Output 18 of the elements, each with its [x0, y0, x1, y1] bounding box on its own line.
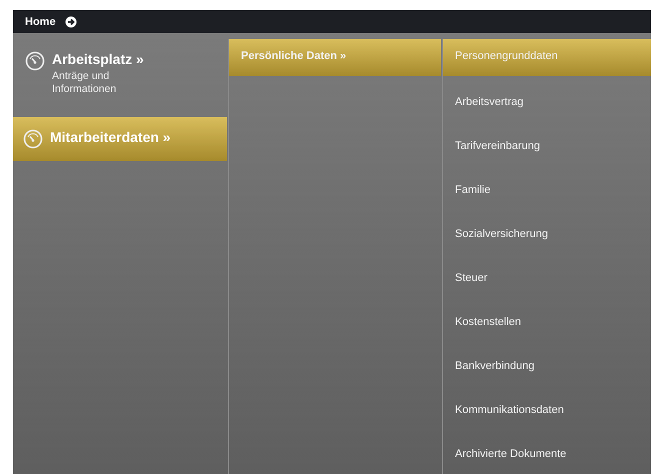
arrow-right-icon[interactable]	[64, 16, 77, 28]
menu-item[interactable]: Arbeitsvertrag	[443, 85, 651, 120]
gauge-icon	[23, 129, 43, 150]
menu-item[interactable]: Kostenstellen	[443, 305, 651, 340]
menu-item[interactable]: Mitarbeiterdaten »	[13, 117, 227, 162]
menu-item[interactable]: Bankverbindung	[443, 349, 651, 384]
item-label: Mitarbeiterdaten »	[50, 129, 171, 146]
item-subtitle: Anträge und Informationen	[52, 70, 118, 96]
menu-item[interactable]: Tarifvereinbarung	[443, 129, 651, 164]
menu-item[interactable]: Arbeitsplatz » Anträge und Informationen	[13, 41, 227, 108]
menu-item[interactable]: Familie	[443, 173, 651, 208]
menu-item[interactable]: Sozialversicherung	[443, 217, 651, 252]
gauge-icon	[25, 51, 45, 71]
home-link[interactable]: Home	[25, 16, 56, 28]
item-label: Arbeitsplatz »	[52, 51, 145, 67]
menu-item[interactable]: Kommunikationsdaten	[443, 393, 651, 428]
menu-item[interactable]: Archivierte Dokumente	[443, 437, 651, 472]
menu-item[interactable]: Steuer	[443, 261, 651, 296]
